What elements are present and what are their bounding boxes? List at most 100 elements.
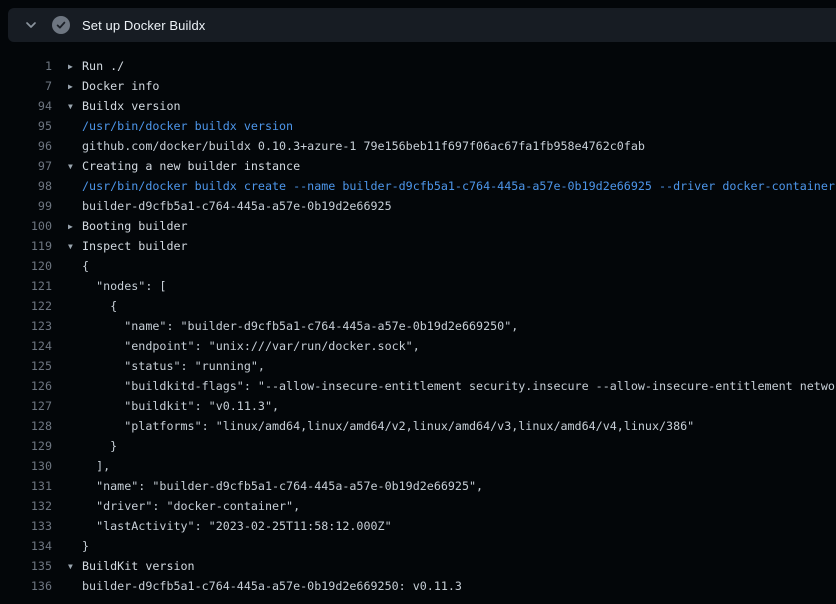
line-content: ▼BuildKit version [52,556,836,576]
line-number[interactable]: 129 [0,436,52,456]
line-text: builder-d9cfb5a1-c764-445a-a57e-0b19d2e6… [82,199,392,213]
line-number[interactable]: 1 [0,56,52,76]
line-number[interactable]: 126 [0,376,52,396]
log-group-header[interactable]: 135 ▼BuildKit version [0,556,836,576]
line-number[interactable]: 132 [0,496,52,516]
line-number[interactable]: 131 [0,476,52,496]
log-line: 128 "platforms": "linux/amd64,linux/amd6… [0,416,836,436]
line-number[interactable]: 99 [0,196,52,216]
log-group-header[interactable]: 97 ▼Creating a new builder instance [0,156,836,176]
line-number[interactable]: 134 [0,536,52,556]
log-group-header[interactable]: 119 ▼Inspect builder [0,236,836,256]
line-text: "endpoint": "unix:///var/run/docker.sock… [82,339,420,353]
line-number[interactable]: 122 [0,296,52,316]
line-number[interactable]: 121 [0,276,52,296]
log-group-header[interactable]: 94 ▼Buildx version [0,96,836,116]
line-number[interactable]: 125 [0,356,52,376]
line-number[interactable]: 7 [0,76,52,96]
line-number[interactable]: 124 [0,336,52,356]
group-toggle-icon[interactable]: ▼ [68,557,82,576]
log-line: 122 { [0,296,836,316]
line-text: BuildKit version [82,559,195,573]
line-text: builder-d9cfb5a1-c764-445a-a57e-0b19d2e6… [82,579,462,593]
line-content: "buildkit": "v0.11.3", [52,396,836,416]
line-content: ▼Creating a new builder instance [52,156,836,176]
log-group-header[interactable]: 100 ▶Booting builder [0,216,836,236]
line-content: "status": "running", [52,356,836,376]
line-text: { [82,259,89,273]
line-text: ], [82,459,110,473]
line-number[interactable]: 98 [0,176,52,196]
group-toggle-icon[interactable]: ▶ [68,77,82,96]
log-line: 120 { [0,256,836,276]
step-title: Set up Docker Buildx [82,18,205,33]
line-text: "name": "builder-d9cfb5a1-c764-445a-a57e… [82,479,483,493]
log-group-header[interactable]: 1 ▶Run ./ [0,56,836,76]
line-content: "lastActivity": "2023-02-25T11:58:12.000… [52,516,836,536]
line-content: "platforms": "linux/amd64,linux/amd64/v2… [52,416,836,436]
line-content: ▼Inspect builder [52,236,836,256]
line-text: "nodes": [ [82,279,166,293]
check-circle-icon [52,16,70,34]
log-line: 133 "lastActivity": "2023-02-25T11:58:12… [0,516,836,536]
line-content: { [52,256,836,276]
line-number[interactable]: 133 [0,516,52,536]
line-content: { [52,296,836,316]
log-line: 99 builder-d9cfb5a1-c764-445a-a57e-0b19d… [0,196,836,216]
group-toggle-icon[interactable]: ▼ [68,97,82,116]
line-number[interactable]: 94 [0,96,52,116]
log-line: 132 "driver": "docker-container", [0,496,836,516]
line-number[interactable]: 120 [0,256,52,276]
line-number[interactable]: 123 [0,316,52,336]
line-content: "name": "builder-d9cfb5a1-c764-445a-a57e… [52,476,836,496]
line-content: ], [52,456,836,476]
log-line: 123 "name": "builder-d9cfb5a1-c764-445a-… [0,316,836,336]
line-text: } [82,439,117,453]
log-line: 96 github.com/docker/buildx 0.10.3+azure… [0,136,836,156]
line-text: Docker info [82,79,159,93]
line-text: "buildkitd-flags": "--allow-insecure-ent… [82,379,836,393]
log-line: 136 builder-d9cfb5a1-c764-445a-a57e-0b19… [0,576,836,596]
line-number[interactable]: 135 [0,556,52,576]
line-text: /usr/bin/docker buildx create --name bui… [82,179,835,193]
line-content: "endpoint": "unix:///var/run/docker.sock… [52,336,836,356]
log-group-header[interactable]: 7 ▶Docker info [0,76,836,96]
line-number[interactable]: 130 [0,456,52,476]
group-toggle-icon[interactable]: ▶ [68,57,82,76]
log-line: 134 } [0,536,836,556]
line-text: Buildx version [82,99,181,113]
line-number[interactable]: 96 [0,136,52,156]
line-number[interactable]: 127 [0,396,52,416]
line-number[interactable]: 97 [0,156,52,176]
chevron-down-icon[interactable] [24,18,38,32]
log-line: 127 "buildkit": "v0.11.3", [0,396,836,416]
group-toggle-icon[interactable]: ▶ [68,217,82,236]
log-line: 129 } [0,436,836,456]
line-content: ▶Booting builder [52,216,836,236]
line-content: "nodes": [ [52,276,836,296]
line-content: /usr/bin/docker buildx version [52,116,836,136]
log-line: 131 "name": "builder-d9cfb5a1-c764-445a-… [0,476,836,496]
group-toggle-icon[interactable]: ▼ [68,237,82,256]
line-text: { [82,299,117,313]
line-number[interactable]: 119 [0,236,52,256]
line-number[interactable]: 136 [0,576,52,596]
line-number[interactable]: 95 [0,116,52,136]
group-toggle-icon[interactable]: ▼ [68,157,82,176]
line-content: "buildkitd-flags": "--allow-insecure-ent… [52,376,836,396]
step-header[interactable]: Set up Docker Buildx [8,8,836,42]
line-content: "name": "builder-d9cfb5a1-c764-445a-a57e… [52,316,836,336]
line-content: ▼Buildx version [52,96,836,116]
log-line: 121 "nodes": [ [0,276,836,296]
line-text: Inspect builder [82,239,188,253]
line-content: /usr/bin/docker buildx create --name bui… [52,176,836,196]
line-content: } [52,536,836,556]
line-text: "name": "builder-d9cfb5a1-c764-445a-a57e… [82,319,518,333]
line-text: "platforms": "linux/amd64,linux/amd64/v2… [82,419,694,433]
log-line: 130 ], [0,456,836,476]
line-text: "status": "running", [82,359,265,373]
line-number[interactable]: 100 [0,216,52,236]
line-number[interactable]: 128 [0,416,52,436]
line-text: Creating a new builder instance [82,159,300,173]
line-content: "driver": "docker-container", [52,496,836,516]
